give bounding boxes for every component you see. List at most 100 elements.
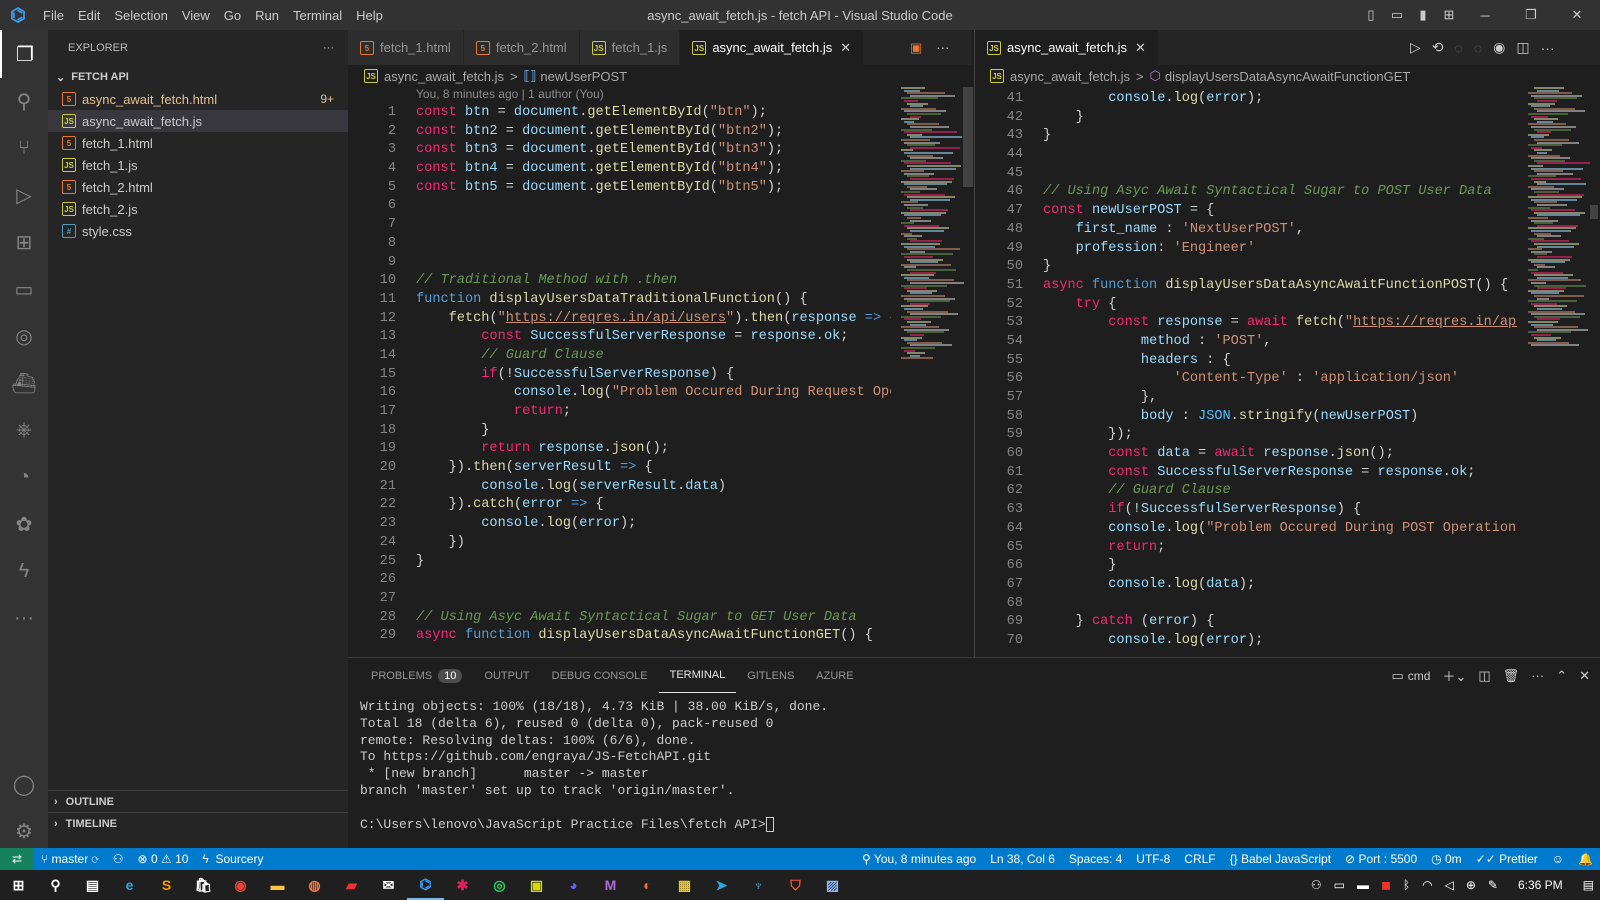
maximize-panel-icon[interactable]: ⌃ [1556,668,1567,684]
file-item-fetch-2-html[interactable]: 5 fetch_2.html [48,176,348,198]
menu-selection[interactable]: Selection [107,8,174,23]
docker-icon[interactable]: ⛴ [0,359,48,407]
prettier-item[interactable]: ✓✓ Prettier [1469,852,1545,866]
firefox-icon[interactable]: ◍ [296,870,333,900]
search-icon[interactable]: ⚲ [0,77,48,125]
files-icon[interactable]: ❐ [0,30,48,78]
language-mode[interactable]: {} Babel JavaScript [1223,852,1338,866]
wifi-icon[interactable]: ◠ [1422,878,1432,892]
pdf-icon[interactable]: ▰ [333,870,370,900]
file-item-style-css[interactable]: # style.css [48,220,348,242]
menu-help[interactable]: Help [349,8,390,23]
right-code-editor[interactable]: 41 console.log(error); 42 } 43} 44 45 46// Us… [975,90,1517,657]
tablet-icon[interactable]: ▭ [1334,878,1345,892]
panel-tab-azure[interactable]: AZURE [805,658,864,693]
right-minimap[interactable] [1522,87,1592,657]
postman-icon[interactable]: ◐ [629,870,666,900]
toggle-panel-icon[interactable]: ▭ [1384,7,1410,23]
mail-icon[interactable]: ✉ [370,870,407,900]
menu-terminal[interactable]: Terminal [286,8,349,23]
mysql-icon[interactable]: ♆ [740,870,777,900]
people-icon[interactable]: ⚇ [1311,878,1322,892]
new-terminal-icon[interactable]: ＋⌄ [1442,666,1466,685]
right-scrollbar[interactable] [1590,205,1598,219]
telegram-icon[interactable]: ➤ [703,870,740,900]
slack-icon[interactable]: ✱ [444,870,481,900]
html-file-tab-icon[interactable]: ▣ [910,40,922,56]
task-view-icon[interactable]: ▤ [74,870,111,900]
sourcery-item[interactable]: ϟ Sourcery [195,852,270,866]
breadcrumb-file[interactable]: async_await_fetch.js [1010,69,1130,84]
kubernetes-icon[interactable]: ⎈ [0,406,48,454]
feedback-icon[interactable]: ☺ [1545,852,1571,866]
terminal-shell-label[interactable]: cmd [1408,669,1431,683]
split-editor-icon[interactable]: ◫ [1516,39,1529,56]
tab-fetch-2-html[interactable]: 5 fetch_2.html [463,30,580,65]
blame-item[interactable]: ⚲ You, 8 minutes ago [855,852,983,866]
sublime-icon[interactable]: S [148,870,185,900]
live-share-icon[interactable]: ⚇ [106,852,131,866]
panel-tab-gitlens[interactable]: GITLENS [736,658,805,693]
vscode-taskbar-icon[interactable]: ⌬ [407,870,444,900]
toggle-sidebar-icon[interactable]: ▯ [1358,7,1384,23]
panel-tab-terminal[interactable]: TERMINAL [658,658,737,693]
next-change-icon[interactable]: ◌ [1474,40,1482,56]
end-of-line[interactable]: CRLF [1177,852,1222,866]
notifications-icon[interactable]: 🔔 [1571,852,1600,866]
source-control-icon[interactable]: ⑂ [0,124,48,172]
tab-fetch-1-js[interactable]: JS fetch_1.js [579,30,681,65]
store-icon[interactable]: 🛍 [185,870,222,900]
codelens-blame[interactable]: You, 8 minutes ago | 1 author (You) [416,87,604,101]
terminal-app-icon[interactable]: ▣ [518,870,555,900]
encoding[interactable]: UTF-8 [1129,852,1177,866]
open-changes-icon[interactable]: ⟲ [1432,39,1444,56]
timeline-section[interactable]: › TIMELINE [48,812,348,834]
restore-button[interactable]: ❐ [1508,7,1554,23]
run-debug-icon[interactable]: ▷ [0,171,48,219]
minimize-button[interactable]: ─ [1462,8,1508,23]
close-tab-icon[interactable]: ✕ [840,40,851,56]
action-center-icon[interactable]: ▤ [1583,878,1594,892]
brave-icon[interactable]: ⛉ [777,870,814,900]
menu-file[interactable]: File [36,8,71,23]
customize-layout-icon[interactable]: ⊞ [1436,7,1462,23]
extensions-icon[interactable]: ⊞ [0,218,48,266]
more-actions-icon[interactable]: ··· [1531,668,1544,683]
tab-fetch-1-html[interactable]: 5 fetch_1.html [348,30,464,65]
toggle-secondary-sidebar-icon[interactable]: ▮ [1410,7,1436,23]
problems-item[interactable]: ⊗ 0 ⚠ 10 [131,852,196,866]
more-actions-icon[interactable]: ··· [1541,40,1555,56]
previous-change-icon[interactable]: ◌ [1455,40,1463,56]
close-panel-icon[interactable]: ✕ [1579,668,1590,684]
kill-terminal-icon[interactable]: 🗑 [1503,668,1520,684]
file-explorer-icon[interactable]: ▬ [259,870,296,900]
panel-tab-problems[interactable]: PROBLEMS 10 [360,658,473,693]
remote-indicator-icon[interactable]: ⇄ [0,848,34,870]
discord-icon[interactable]: ◕ [555,870,592,900]
outline-section[interactable]: › OUTLINE [48,790,348,812]
edge-icon[interactable]: e [111,870,148,900]
chrome-icon[interactable]: ◉ [222,870,259,900]
close-window-button[interactable]: ✕ [1554,7,1600,23]
file-item-fetch-1-js[interactable]: JS fetch_1.js [48,154,348,176]
file-item-fetch-2-js[interactable]: JS fetch_2.js [48,198,348,220]
language-icon[interactable]: ⊕ [1466,878,1476,892]
left-scrollbar[interactable] [963,87,973,187]
breadcrumb-symbol[interactable]: newUserPOST [540,69,627,84]
snipping-icon[interactable]: ▨ [814,870,851,900]
left-code-editor[interactable]: 1 const btn = document.getElementById("bt… [348,104,891,657]
app-m-icon[interactable]: M [592,870,629,900]
whatsapp-icon[interactable]: ◎ [481,870,518,900]
github-icon[interactable]: ◎ [0,312,48,360]
volume-icon[interactable]: ◁ [1445,878,1454,892]
remote-explorer-icon[interactable]: ▭ [0,265,48,313]
panel-tab-debug-console[interactable]: DEBUG CONSOLE [541,658,659,693]
indentation[interactable]: Spaces: 4 [1062,852,1129,866]
terminal-output[interactable]: Writing objects: 100% (18/18), 4.73 KiB … [360,699,828,833]
pen-icon[interactable]: ✎ [1488,878,1498,892]
security-icon[interactable]: ◼ [1381,878,1391,892]
gitlens-icon[interactable]: ◔ [0,453,48,501]
more-actions-icon[interactable]: ··· [936,40,949,55]
run-icon[interactable]: ▷ [1410,39,1421,56]
file-item-async-await-fetch-html[interactable]: 5 async_await_fetch.html 9+ [48,88,348,110]
